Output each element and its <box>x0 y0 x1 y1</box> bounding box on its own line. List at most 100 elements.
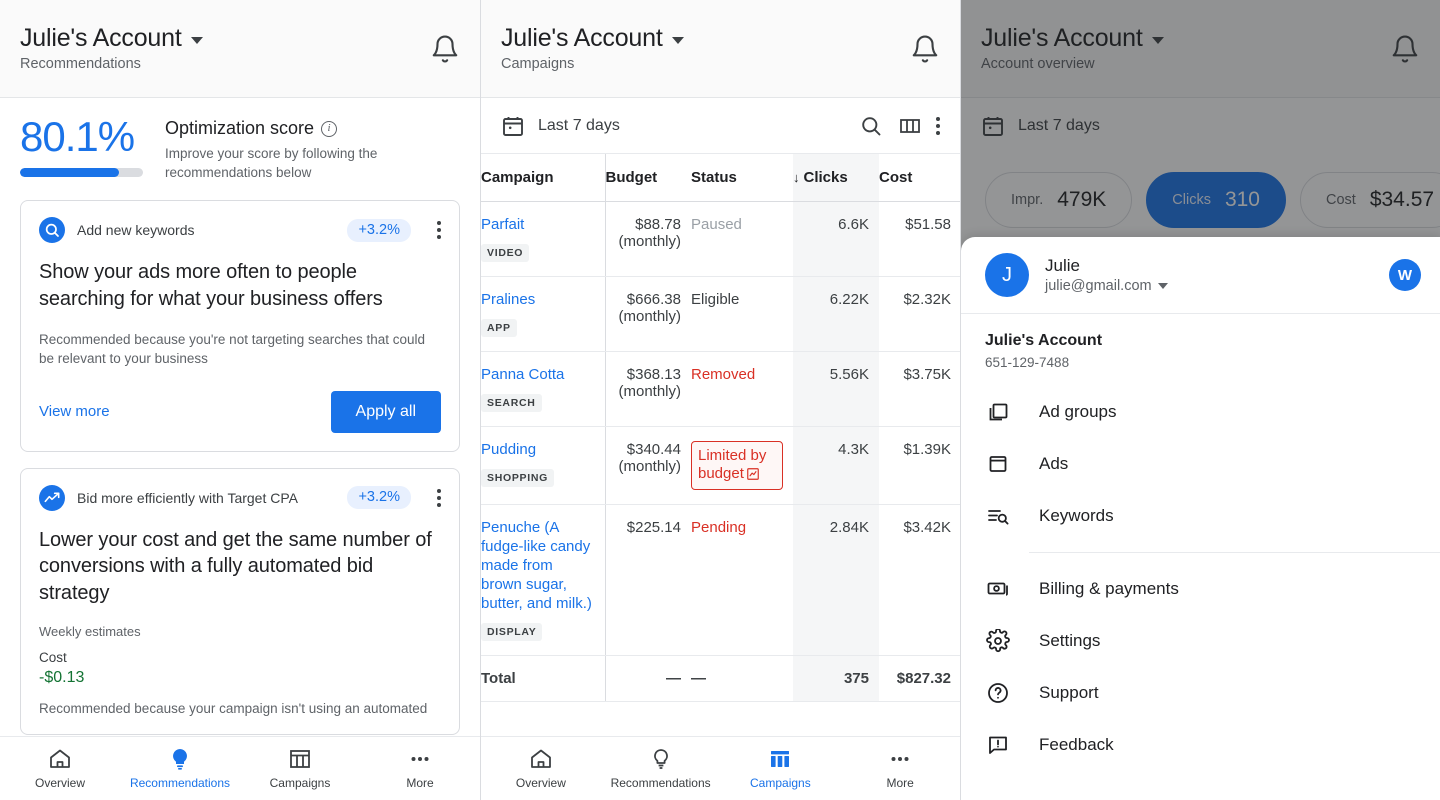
table-icon <box>288 747 312 771</box>
campaigns-toolbar: Last 7 days <box>481 98 960 154</box>
table-row[interactable]: Parfait VIDEO $88.78 (monthly) Paused 6.… <box>481 201 960 277</box>
nav-label: Campaigns <box>269 776 331 790</box>
home-icon <box>529 747 553 771</box>
menu-item-keywords[interactable]: Keywords <box>961 490 1440 542</box>
score-heading: Optimization score i <box>165 118 460 139</box>
menu-item-support[interactable]: Support <box>961 667 1440 719</box>
drawer-account-meta: Julie's Account 651-129-7488 <box>961 314 1440 376</box>
menu-item-feedback[interactable]: Feedback <box>961 719 1440 771</box>
score-heading-label: Optimization score <box>165 118 315 138</box>
column-header-status[interactable]: Status <box>691 154 793 202</box>
nav-label: Campaigns <box>750 776 811 790</box>
notification-bell-icon[interactable] <box>430 34 460 64</box>
campaign-link[interactable]: Panna Cotta <box>481 366 595 385</box>
recommendation-card-target-cpa[interactable]: Bid more efficiently with Target CPA +3.… <box>20 467 460 736</box>
estimate-cost-label: Cost <box>39 650 67 666</box>
status-badge: Paused <box>691 216 742 233</box>
cell-clicks: 4.3K <box>793 426 879 506</box>
account-switcher[interactable]: Julie's Account <box>501 24 910 53</box>
status-badge: Eligible <box>691 290 740 308</box>
columns-icon[interactable] <box>897 113 923 139</box>
user-email-row[interactable]: julie@gmail.com <box>1045 278 1373 294</box>
table-row[interactable]: Panna Cotta SEARCH $368.13 (monthly) Rem… <box>481 351 960 427</box>
campaign-link[interactable]: Pralines <box>481 291 595 310</box>
column-header-campaign[interactable]: Campaign <box>481 154 606 202</box>
column-header-clicks[interactable]: ↓ Clicks <box>793 154 879 202</box>
budget-amount: $340.44 <box>626 440 681 458</box>
more-vert-icon[interactable] <box>437 488 441 507</box>
menu-item-settings[interactable]: Settings <box>961 615 1440 667</box>
nav-item-more[interactable]: More <box>370 747 470 790</box>
view-more-button[interactable]: View more <box>39 403 110 420</box>
nav-item-campaigns[interactable]: Campaigns <box>730 747 830 790</box>
user-name: Julie <box>1045 256 1080 275</box>
cell-status: Limited by budget <box>691 426 793 506</box>
keywords-icon <box>985 504 1011 528</box>
nav-item-overview[interactable]: Overview <box>10 747 110 790</box>
card-reason: Recommended because your campaign isn't … <box>39 701 428 717</box>
nav-label: More <box>886 776 914 790</box>
panel-campaigns: Julie's Account Campaigns Last 7 days Ca… <box>480 0 960 800</box>
lightbulb-icon <box>649 747 673 771</box>
budget-amount: $88.78 <box>635 216 681 233</box>
account-name: Julie's Account <box>985 332 1103 349</box>
menu-label: Ad groups <box>1039 402 1117 421</box>
notification-bell-icon[interactable] <box>910 34 940 64</box>
apply-all-button[interactable]: Apply all <box>330 390 441 433</box>
calendar-icon[interactable] <box>501 114 525 138</box>
nav-item-campaigns[interactable]: Campaigns <box>250 747 350 790</box>
optimization-score-section: 80.1% Optimization score i Improve your … <box>0 98 480 186</box>
info-icon[interactable]: i <box>321 120 338 137</box>
table-header: Campaign Budget Status ↓ Clicks Cost <box>481 154 960 202</box>
page-subtitle: Recommendations <box>20 56 141 73</box>
nav-label: Overview <box>515 776 566 790</box>
nav-item-overview[interactable]: Overview <box>491 747 591 790</box>
card-type-label: Bid more efficiently with Target CPA <box>77 489 298 506</box>
campaign-type-chip: APP <box>481 318 517 337</box>
table-row[interactable]: Pralines APP $666.38 (monthly) Eligible … <box>481 276 960 352</box>
secondary-avatar[interactable]: W <box>1389 259 1421 291</box>
cell-campaign: Pralines APP <box>481 276 606 352</box>
nav-item-more[interactable]: More <box>850 747 950 790</box>
cell-status: Pending <box>691 504 793 656</box>
more-horiz-icon <box>888 747 912 771</box>
menu-item-billing[interactable]: Billing & payments <box>961 563 1440 615</box>
user-info: Julie julie@gmail.com <box>1045 256 1373 294</box>
table-row[interactable]: Pudding SHOPPING $340.44 (monthly) Limit… <box>481 426 960 506</box>
cell-budget: $340.44 (monthly) <box>605 426 691 506</box>
budget-amount: $368.13 <box>626 365 681 383</box>
table-body: Parfait VIDEO $88.78 (monthly) Paused 6.… <box>481 201 960 702</box>
nav-item-recommendations[interactable]: Recommendations <box>611 747 711 790</box>
table-row[interactable]: Penuche (A fudge-like candy made from br… <box>481 504 960 656</box>
menu-item-ad-groups[interactable]: Ad groups <box>961 386 1440 438</box>
more-vert-icon[interactable] <box>936 116 940 135</box>
avatar: J <box>985 253 1029 297</box>
cell-status: Eligible <box>691 276 793 352</box>
recommendation-card-keywords[interactable]: Add new keywords +3.2% Show your ads mor… <box>20 200 460 452</box>
date-range-label[interactable]: Last 7 days <box>538 117 845 135</box>
menu-label: Feedback <box>1039 735 1114 754</box>
estimate-cost-value: -$0.13 <box>39 669 85 687</box>
column-header-cost[interactable]: Cost <box>879 154 960 202</box>
campaign-type-chip: SEARCH <box>481 393 542 412</box>
app-bar: Julie's Account Recommendations <box>0 0 480 98</box>
score-percent: 80.1% <box>20 113 135 160</box>
table-row-total: Total — — 375 $827.32 <box>481 655 960 702</box>
search-icon[interactable] <box>858 113 884 139</box>
column-header-budget[interactable]: Budget <box>605 154 691 202</box>
drawer-account-header[interactable]: J Julie julie@gmail.com W <box>961 237 1440 314</box>
cell-cost: $3.75K <box>879 351 960 427</box>
cell-cost: $1.39K <box>879 426 960 506</box>
menu-item-ads[interactable]: Ads <box>961 438 1440 490</box>
account-switcher[interactable]: Julie's Account <box>20 24 430 53</box>
nav-item-recommendations[interactable]: Recommendations <box>130 747 230 790</box>
campaign-link[interactable]: Penuche (A fudge-like candy made from br… <box>481 519 595 613</box>
cell-budget: $88.78 (monthly) <box>605 201 691 277</box>
status-badge-limited-by-budget[interactable]: Limited by budget <box>691 440 783 491</box>
more-vert-icon[interactable] <box>437 221 441 240</box>
campaigns-table-scroll[interactable]: Campaign Budget Status ↓ Clicks Cost Parf… <box>481 154 960 800</box>
status-badge: Pending <box>691 519 747 537</box>
campaign-link[interactable]: Parfait <box>481 216 595 235</box>
cell-clicks: 5.56K <box>793 351 879 427</box>
campaign-link[interactable]: Pudding <box>481 441 595 460</box>
